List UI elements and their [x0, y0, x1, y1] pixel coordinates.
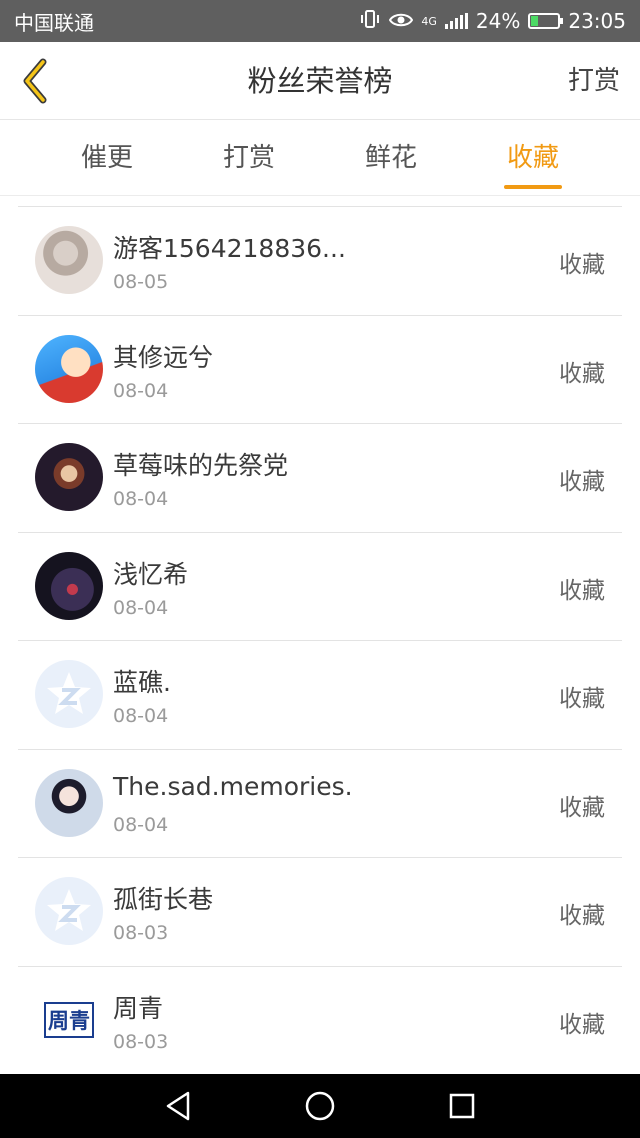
circle-home-icon	[305, 1091, 335, 1121]
fan-date: 08-04	[113, 596, 169, 619]
clock: 23:05	[568, 9, 626, 33]
square-recents-icon	[449, 1093, 475, 1119]
network-type: 4G	[421, 14, 437, 28]
fan-date: 08-04	[113, 813, 169, 836]
avatar: 周青	[35, 985, 103, 1054]
system-recents-button[interactable]	[444, 1088, 480, 1124]
tab-favorites[interactable]: 收藏	[462, 121, 604, 195]
reward-button[interactable]: 打赏	[568, 42, 620, 120]
fan-date: 08-04	[113, 705, 169, 727]
tab-flowers[interactable]: 鲜花	[320, 121, 462, 195]
battery-icon	[528, 13, 564, 29]
system-nav-bar	[0, 1074, 640, 1138]
fan-action-label: 收藏	[559, 360, 605, 387]
qq-default-avatar-icon	[35, 660, 103, 728]
list-item[interactable]: 孤街长巷 08-03 收藏	[18, 858, 622, 967]
fan-name: 浅忆希	[113, 559, 189, 589]
fan-date: 08-04	[113, 379, 169, 402]
list-item[interactable]: The.sad.memories. 08-04 收藏	[18, 750, 622, 858]
avatar	[35, 551, 103, 620]
status-bar: 中国联通 4G 24% 23:05	[0, 0, 640, 42]
nav-bar: 粉丝荣誉榜 打赏	[0, 42, 640, 120]
avatar-text: 周青	[44, 1001, 94, 1038]
tab-reward[interactable]: 打赏	[178, 121, 320, 195]
list-item[interactable]: 其修远兮 08-04 收藏	[18, 316, 622, 424]
list-item[interactable]: 草莓味的先祭党 08-04 收藏	[18, 424, 622, 533]
fan-action-label: 收藏	[559, 903, 605, 929]
fan-date: 08-05	[113, 271, 169, 293]
fan-action-label: 收藏	[559, 577, 605, 604]
triangle-back-icon	[166, 1091, 190, 1121]
list-item[interactable]: 游客1564218836... 08-05 收藏	[18, 207, 622, 316]
list-item[interactable]: 蓝礁. 08-04 收藏	[18, 641, 622, 750]
fan-date: 08-04	[113, 488, 169, 510]
fan-name: 游客1564218836...	[113, 234, 346, 263]
tab-bar: 催更 打赏 鲜花 收藏	[0, 121, 640, 196]
status-icons: 4G 24% 23:05	[359, 9, 626, 33]
page-title: 粉丝荣誉榜	[247, 64, 393, 98]
avatar	[35, 226, 103, 294]
system-home-button[interactable]	[302, 1088, 338, 1124]
tab-urge[interactable]: 催更	[36, 121, 178, 195]
fan-name: 周青	[113, 993, 164, 1023]
qq-default-avatar-icon	[35, 877, 103, 945]
fan-name: The.sad.memories.	[113, 771, 353, 801]
fan-action-label: 收藏	[559, 794, 605, 821]
fan-name: 孤街长巷	[113, 885, 214, 914]
chevron-left-icon	[23, 58, 47, 104]
fan-name: 草莓味的先祭党	[113, 451, 289, 480]
vibrate-icon	[359, 9, 381, 33]
avatar	[35, 443, 103, 511]
list-item[interactable]: 周青 周青 08-03 收藏	[18, 967, 622, 1075]
system-back-button[interactable]	[160, 1088, 196, 1124]
fan-date: 08-03	[113, 1030, 169, 1053]
fan-action-label: 收藏	[559, 686, 605, 712]
eye-icon	[389, 9, 414, 33]
fan-date: 08-03	[113, 922, 169, 944]
fan-name: 其修远兮	[113, 342, 214, 372]
fan-name: 蓝礁.	[113, 668, 171, 697]
back-button[interactable]	[16, 56, 56, 106]
fan-action-label: 收藏	[559, 252, 605, 278]
signal-icon	[444, 13, 468, 29]
list-item[interactable]: 浅忆希 08-04 收藏	[18, 533, 622, 641]
battery-percent: 24%	[475, 9, 521, 33]
fan-action-label: 收藏	[559, 469, 605, 495]
fan-list: 游客1564218836... 08-05 收藏 其修远兮 08-04 收藏 草…	[18, 206, 622, 1075]
avatar	[35, 334, 103, 403]
fan-action-label: 收藏	[559, 1011, 605, 1038]
carrier-name: 中国联通	[14, 10, 94, 35]
avatar	[35, 768, 103, 837]
